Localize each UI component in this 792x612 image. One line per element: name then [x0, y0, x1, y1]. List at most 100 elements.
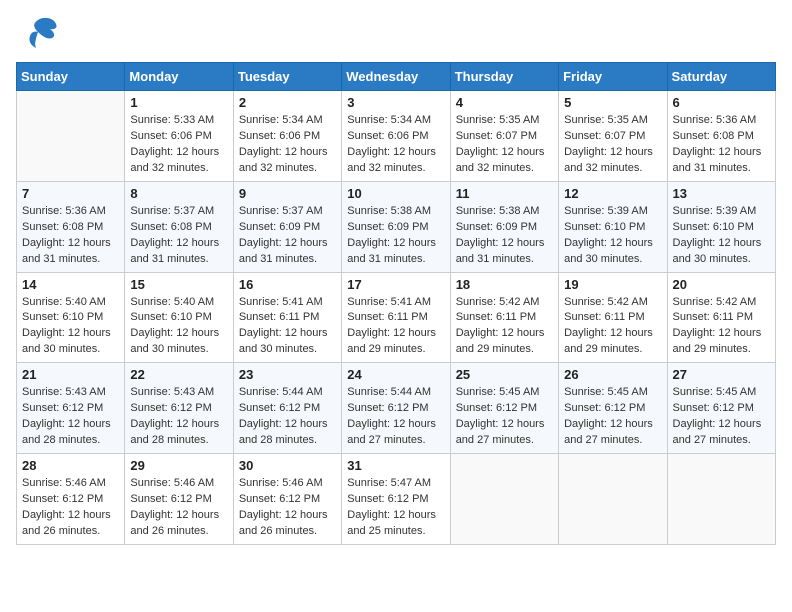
calendar-cell: 16 Sunrise: 5:41 AMSunset: 6:11 PMDayligh…: [233, 272, 341, 363]
header-monday: Monday: [125, 63, 233, 91]
day-number: 22: [130, 367, 227, 382]
day-info: Sunrise: 5:43 AMSunset: 6:12 PMDaylight:…: [130, 385, 227, 449]
day-info: Sunrise: 5:45 AMSunset: 6:12 PMDaylight:…: [456, 385, 553, 449]
day-number: 23: [239, 367, 336, 382]
calendar-cell: [559, 454, 667, 545]
day-info: Sunrise: 5:43 AMSunset: 6:12 PMDaylight:…: [22, 385, 119, 449]
day-info: Sunrise: 5:40 AMSunset: 6:10 PMDaylight:…: [130, 295, 227, 359]
calendar-cell: 28 Sunrise: 5:46 AMSunset: 6:12 PMDayligh…: [17, 454, 125, 545]
calendar-cell: 22 Sunrise: 5:43 AMSunset: 6:12 PMDayligh…: [125, 363, 233, 454]
day-info: Sunrise: 5:39 AMSunset: 6:10 PMDaylight:…: [673, 204, 770, 268]
day-number: 26: [564, 367, 661, 382]
calendar-cell: 4 Sunrise: 5:35 AMSunset: 6:07 PMDaylight…: [450, 91, 558, 182]
week-row-3: 14 Sunrise: 5:40 AMSunset: 6:10 PMDayligh…: [17, 272, 776, 363]
day-info: Sunrise: 5:46 AMSunset: 6:12 PMDaylight:…: [22, 476, 119, 540]
day-info: Sunrise: 5:41 AMSunset: 6:11 PMDaylight:…: [239, 295, 336, 359]
day-number: 5: [564, 95, 661, 110]
calendar-cell: 13 Sunrise: 5:39 AMSunset: 6:10 PMDayligh…: [667, 181, 775, 272]
day-info: Sunrise: 5:36 AMSunset: 6:08 PMDaylight:…: [22, 204, 119, 268]
day-info: Sunrise: 5:38 AMSunset: 6:09 PMDaylight:…: [456, 204, 553, 268]
day-number: 16: [239, 277, 336, 292]
calendar-cell: 18 Sunrise: 5:42 AMSunset: 6:11 PMDayligh…: [450, 272, 558, 363]
calendar-cell: 9Sunrise: 5:37 AMSunset: 6:09 PMDaylight…: [233, 181, 341, 272]
header-thursday: Thursday: [450, 63, 558, 91]
calendar-cell: 25 Sunrise: 5:45 AMSunset: 6:12 PMDayligh…: [450, 363, 558, 454]
day-number: 11: [456, 186, 553, 201]
day-info: Sunrise: 5:34 AMSunset: 6:06 PMDaylight:…: [347, 113, 444, 177]
day-info: Sunrise: 5:35 AMSunset: 6:07 PMDaylight:…: [456, 113, 553, 177]
day-number: 8: [130, 186, 227, 201]
day-number: 28: [22, 458, 119, 473]
day-number: 25: [456, 367, 553, 382]
week-row-1: 1 Sunrise: 5:33 AMSunset: 6:06 PMDaylight…: [17, 91, 776, 182]
day-number: 27: [673, 367, 770, 382]
calendar-cell: 23 Sunrise: 5:44 AMSunset: 6:12 PMDayligh…: [233, 363, 341, 454]
day-info: Sunrise: 5:40 AMSunset: 6:10 PMDaylight:…: [22, 295, 119, 359]
calendar-cell: [450, 454, 558, 545]
day-number: 29: [130, 458, 227, 473]
day-number: 2: [239, 95, 336, 110]
day-info: Sunrise: 5:37 AMSunset: 6:08 PMDaylight:…: [130, 204, 227, 268]
day-info: Sunrise: 5:37 AMSunset: 6:09 PMDaylight:…: [239, 204, 336, 268]
calendar-cell: 31 Sunrise: 5:47 AMSunset: 6:12 PMDayligh…: [342, 454, 450, 545]
calendar-cell: 26 Sunrise: 5:45 AMSunset: 6:12 PMDayligh…: [559, 363, 667, 454]
day-info: Sunrise: 5:46 AMSunset: 6:12 PMDaylight:…: [130, 476, 227, 540]
calendar-cell: 2 Sunrise: 5:34 AMSunset: 6:06 PMDaylight…: [233, 91, 341, 182]
day-info: Sunrise: 5:33 AMSunset: 6:06 PMDaylight:…: [130, 113, 227, 177]
day-info: Sunrise: 5:38 AMSunset: 6:09 PMDaylight:…: [347, 204, 444, 268]
day-info: Sunrise: 5:36 AMSunset: 6:08 PMDaylight:…: [673, 113, 770, 177]
day-number: 24: [347, 367, 444, 382]
day-number: 6: [673, 95, 770, 110]
day-info: Sunrise: 5:42 AMSunset: 6:11 PMDaylight:…: [456, 295, 553, 359]
calendar-cell: 21 Sunrise: 5:43 AMSunset: 6:12 PMDayligh…: [17, 363, 125, 454]
day-number: 20: [673, 277, 770, 292]
calendar-cell: [17, 91, 125, 182]
calendar-cell: 15Sunrise: 5:40 AMSunset: 6:10 PMDayligh…: [125, 272, 233, 363]
calendar-cell: 20 Sunrise: 5:42 AMSunset: 6:11 PMDayligh…: [667, 272, 775, 363]
calendar-cell: 3 Sunrise: 5:34 AMSunset: 6:06 PMDaylight…: [342, 91, 450, 182]
day-info: Sunrise: 5:44 AMSunset: 6:12 PMDaylight:…: [347, 385, 444, 449]
day-info: Sunrise: 5:45 AMSunset: 6:12 PMDaylight:…: [564, 385, 661, 449]
logo-icon: [16, 16, 60, 52]
calendar-cell: 10Sunrise: 5:38 AMSunset: 6:09 PMDayligh…: [342, 181, 450, 272]
day-info: Sunrise: 5:46 AMSunset: 6:12 PMDaylight:…: [239, 476, 336, 540]
header-wednesday: Wednesday: [342, 63, 450, 91]
day-info: Sunrise: 5:42 AMSunset: 6:11 PMDaylight:…: [564, 295, 661, 359]
calendar-cell: 1 Sunrise: 5:33 AMSunset: 6:06 PMDaylight…: [125, 91, 233, 182]
calendar-cell: 11 Sunrise: 5:38 AMSunset: 6:09 PMDayligh…: [450, 181, 558, 272]
calendar-cell: 6 Sunrise: 5:36 AMSunset: 6:08 PMDaylight…: [667, 91, 775, 182]
calendar-cell: 8 Sunrise: 5:37 AMSunset: 6:08 PMDaylight…: [125, 181, 233, 272]
header-sunday: Sunday: [17, 63, 125, 91]
logo: [16, 16, 64, 52]
day-number: 3: [347, 95, 444, 110]
day-number: 13: [673, 186, 770, 201]
day-info: Sunrise: 5:45 AMSunset: 6:12 PMDaylight:…: [673, 385, 770, 449]
week-row-2: 7Sunrise: 5:36 AMSunset: 6:08 PMDaylight…: [17, 181, 776, 272]
day-number: 1: [130, 95, 227, 110]
day-number: 30: [239, 458, 336, 473]
calendar-cell: 14 Sunrise: 5:40 AMSunset: 6:10 PMDayligh…: [17, 272, 125, 363]
day-info: Sunrise: 5:42 AMSunset: 6:11 PMDaylight:…: [673, 295, 770, 359]
calendar-cell: 30 Sunrise: 5:46 AMSunset: 6:12 PMDayligh…: [233, 454, 341, 545]
day-number: 21: [22, 367, 119, 382]
day-info: Sunrise: 5:47 AMSunset: 6:12 PMDaylight:…: [347, 476, 444, 540]
day-info: Sunrise: 5:34 AMSunset: 6:06 PMDaylight:…: [239, 113, 336, 177]
day-number: 19: [564, 277, 661, 292]
calendar-cell: 5Sunrise: 5:35 AMSunset: 6:07 PMDaylight…: [559, 91, 667, 182]
calendar-cell: [667, 454, 775, 545]
day-number: 18: [456, 277, 553, 292]
calendar-cell: 7Sunrise: 5:36 AMSunset: 6:08 PMDaylight…: [17, 181, 125, 272]
week-row-4: 21 Sunrise: 5:43 AMSunset: 6:12 PMDayligh…: [17, 363, 776, 454]
day-number: 31: [347, 458, 444, 473]
page-header: [16, 16, 776, 52]
header-tuesday: Tuesday: [233, 63, 341, 91]
day-info: Sunrise: 5:39 AMSunset: 6:10 PMDaylight:…: [564, 204, 661, 268]
day-info: Sunrise: 5:44 AMSunset: 6:12 PMDaylight:…: [239, 385, 336, 449]
header-friday: Friday: [559, 63, 667, 91]
calendar-cell: 19 Sunrise: 5:42 AMSunset: 6:11 PMDayligh…: [559, 272, 667, 363]
day-number: 14: [22, 277, 119, 292]
calendar-header-row: SundayMondayTuesdayWednesdayThursdayFrid…: [17, 63, 776, 91]
calendar-cell: 29 Sunrise: 5:46 AMSunset: 6:12 PMDayligh…: [125, 454, 233, 545]
day-number: 4: [456, 95, 553, 110]
calendar-cell: 12Sunrise: 5:39 AMSunset: 6:10 PMDayligh…: [559, 181, 667, 272]
